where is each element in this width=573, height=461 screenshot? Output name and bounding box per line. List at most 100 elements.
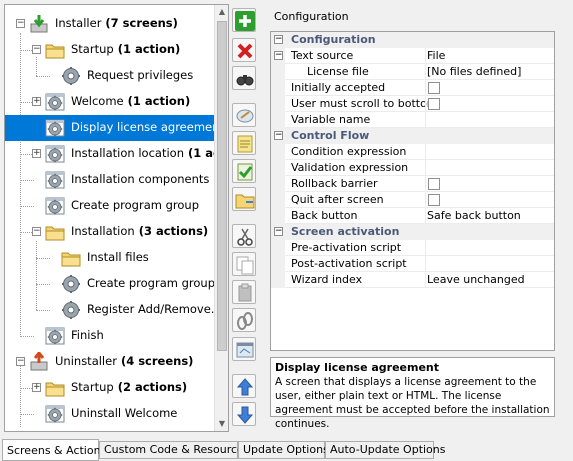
property-row[interactable]: Rollback barrier bbox=[271, 176, 554, 192]
collapse-icon[interactable]: − bbox=[274, 131, 283, 140]
copy-button[interactable] bbox=[232, 252, 256, 276]
check-icon bbox=[237, 163, 253, 181]
property-row[interactable]: Wizard index Leave unchanged bbox=[271, 272, 554, 288]
scroll-up-arrow-icon[interactable]: ▲ bbox=[215, 5, 228, 19]
property-name: Back button bbox=[291, 209, 358, 222]
collapse-icon[interactable]: − bbox=[274, 51, 283, 60]
tree-item[interactable]: + Startup (2 actions) bbox=[5, 375, 215, 401]
property-name: Variable name bbox=[291, 113, 371, 126]
move-down-button[interactable] bbox=[232, 402, 256, 426]
grid-gutter bbox=[271, 80, 285, 96]
folder-icon bbox=[235, 194, 255, 209]
tree-item[interactable]: Finish bbox=[5, 323, 215, 349]
property-row[interactable]: Condition expression bbox=[271, 144, 554, 160]
preview-button[interactable] bbox=[232, 337, 256, 361]
property-row[interactable]: User must scroll to bottom bbox=[271, 96, 554, 112]
property-row[interactable]: Quit after screen bbox=[271, 192, 554, 208]
link-button[interactable] bbox=[232, 308, 256, 332]
tab-custom-code-resources[interactable]: Custom Code & Resources bbox=[99, 441, 250, 459]
property-row[interactable]: Post-activation script bbox=[271, 256, 554, 272]
scroll-down-arrow-icon[interactable]: ▼ bbox=[215, 417, 228, 431]
notes-button[interactable] bbox=[232, 131, 256, 155]
screen-icon bbox=[45, 92, 65, 112]
tree-item[interactable]: − Installer (7 screens) bbox=[5, 11, 215, 37]
grid-gutter bbox=[271, 208, 285, 224]
grid-gutter bbox=[271, 272, 285, 288]
property-row[interactable]: − Text source File bbox=[271, 48, 554, 64]
screen-icon bbox=[45, 196, 65, 216]
property-row[interactable]: Initially accepted bbox=[271, 80, 554, 96]
property-value[interactable]: Safe back button bbox=[427, 209, 521, 222]
paste-icon bbox=[238, 283, 252, 302]
property-category: − Control Flow bbox=[271, 128, 554, 144]
paste-button[interactable] bbox=[232, 280, 256, 304]
expand-icon[interactable]: + bbox=[32, 97, 41, 106]
property-row[interactable]: Validation expression bbox=[271, 160, 554, 176]
folder-button[interactable] bbox=[232, 187, 256, 211]
property-row[interactable]: Pre-activation script bbox=[271, 240, 554, 256]
action-gear-icon bbox=[61, 300, 81, 320]
collapse-icon[interactable]: − bbox=[16, 19, 25, 28]
expand-icon[interactable]: + bbox=[32, 149, 41, 158]
tree-item[interactable]: − Startup (1 action) bbox=[5, 37, 215, 63]
cut-button[interactable] bbox=[232, 224, 256, 248]
check-button[interactable] bbox=[232, 159, 256, 183]
rename-button[interactable] bbox=[232, 103, 256, 127]
tree-item[interactable]: Register Add/Remove... bbox=[5, 297, 222, 323]
property-category: − Configuration bbox=[271, 32, 554, 48]
property-category: − Screen activation bbox=[271, 224, 554, 240]
tree-item[interactable]: Install files bbox=[5, 245, 215, 271]
find-button[interactable] bbox=[232, 66, 256, 90]
grid-gutter bbox=[271, 96, 285, 112]
copy-icon bbox=[236, 256, 254, 275]
property-row[interactable]: License file [No files defined] bbox=[271, 64, 554, 80]
tree-item[interactable]: Uninstall Welcome bbox=[5, 401, 215, 427]
collapse-icon[interactable]: − bbox=[274, 35, 283, 44]
property-grid[interactable]: − Configuration − Text source File License fi… bbox=[270, 31, 555, 351]
tree-item[interactable]: Create program group bbox=[5, 193, 215, 219]
tab-update-options[interactable]: Update Options bbox=[238, 441, 329, 459]
property-checkbox[interactable] bbox=[428, 98, 440, 110]
property-value[interactable]: Leave unchanged bbox=[427, 273, 525, 286]
collapse-icon[interactable]: − bbox=[16, 357, 25, 366]
tree-item[interactable]: − Installation (3 actions) bbox=[5, 219, 215, 245]
property-name: Pre-activation script bbox=[291, 241, 402, 254]
scroll-thumb[interactable] bbox=[217, 21, 227, 351]
property-checkbox[interactable] bbox=[428, 82, 440, 94]
collapse-icon[interactable]: − bbox=[32, 227, 41, 236]
collapse-icon[interactable]: − bbox=[274, 227, 283, 236]
property-value[interactable]: File bbox=[427, 49, 445, 62]
column-divider bbox=[425, 160, 426, 176]
property-checkbox[interactable] bbox=[428, 194, 440, 206]
tree-item[interactable]: + Installation location (1 ac... bbox=[5, 141, 228, 167]
tree-item[interactable]: Request privileges bbox=[5, 63, 215, 89]
property-name: Wizard index bbox=[291, 273, 363, 286]
property-checkbox[interactable] bbox=[428, 178, 440, 190]
column-divider bbox=[425, 208, 426, 224]
tree-item-label: Installation components bbox=[71, 172, 210, 186]
property-row[interactable]: Back button Safe back button bbox=[271, 208, 554, 224]
tree-item[interactable]: − Uninstaller (4 screens) bbox=[5, 349, 215, 375]
tab-auto-update-options[interactable]: Auto-Update Options bbox=[325, 441, 446, 459]
tree-item[interactable]: Display license agreement bbox=[5, 115, 224, 141]
property-name: License file bbox=[307, 65, 369, 78]
property-value[interactable]: [No files defined] bbox=[427, 65, 521, 78]
delete-button[interactable] bbox=[232, 38, 256, 62]
grid-gutter bbox=[271, 176, 285, 192]
tree-item[interactable]: Installation components bbox=[5, 167, 215, 193]
property-row[interactable]: Variable name bbox=[271, 112, 554, 128]
tree-item-label: Welcome (1 action) bbox=[71, 94, 191, 108]
tab-screens-actions[interactable]: Screens & Actions bbox=[2, 439, 106, 461]
screens-tree[interactable]: − Installer (7 screens) − Startup (1 acti… bbox=[4, 4, 229, 432]
grid-gutter bbox=[271, 192, 285, 208]
add-button[interactable] bbox=[232, 8, 256, 32]
tree-item[interactable]: + Welcome (1 action) bbox=[5, 89, 215, 115]
move-up-button[interactable] bbox=[232, 374, 256, 398]
column-divider bbox=[425, 48, 426, 64]
collapse-icon[interactable]: − bbox=[32, 45, 41, 54]
tree-item[interactable]: Create program group bbox=[5, 271, 215, 297]
tree-scrollbar[interactable]: ▲ ▼ bbox=[214, 5, 228, 431]
expand-icon[interactable]: + bbox=[32, 383, 41, 392]
cut-icon bbox=[237, 228, 253, 246]
screen-icon bbox=[45, 118, 65, 138]
